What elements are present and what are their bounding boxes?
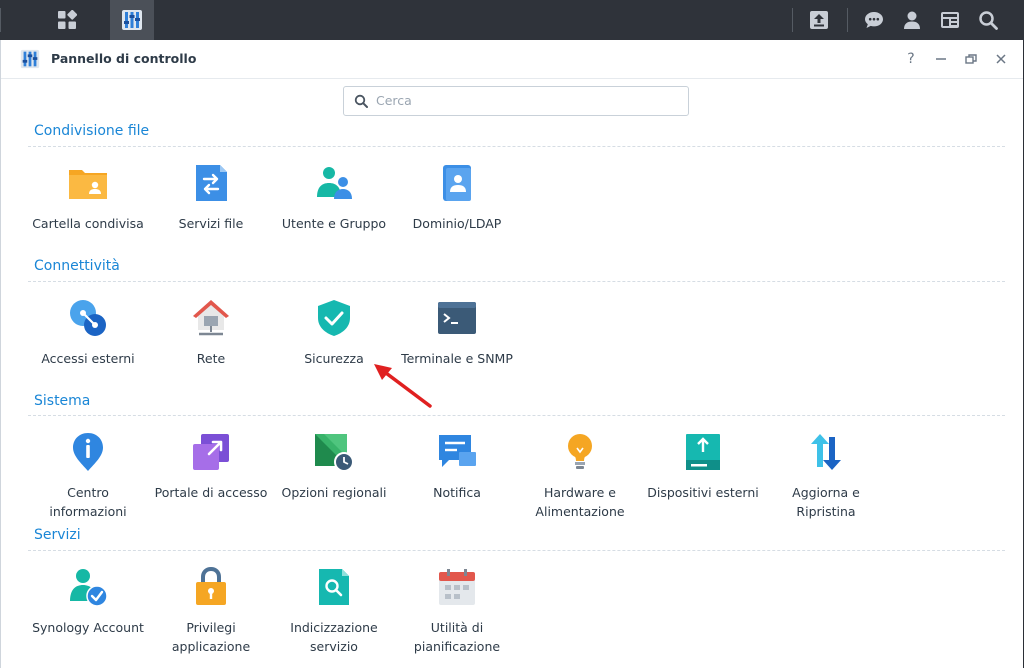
section-divider [28, 550, 1005, 551]
section-title-services: Servizi [34, 527, 81, 543]
search-icon [354, 94, 368, 108]
apps-grid-icon [58, 10, 77, 29]
item-label: Utilità di pianificazione [413, 620, 501, 654]
file-services-icon [196, 165, 227, 201]
restore-button[interactable] [961, 49, 981, 69]
item-label: Portale di accesso [154, 485, 268, 500]
taskbar-divider [0, 8, 1, 32]
security-shield-icon [318, 300, 350, 336]
domain-ldap-icon [443, 165, 471, 201]
item-update-restore[interactable]: Aggiorna e Ripristina [766, 432, 886, 521]
item-synology-account[interactable]: Synology Account [28, 567, 148, 637]
search-icon [979, 11, 998, 30]
item-label: Dispositivi esterni [647, 485, 759, 500]
item-login-portal[interactable]: Portale di accesso [151, 432, 271, 502]
minimize-icon [936, 58, 946, 60]
window-title: Pannello di controllo [51, 51, 197, 66]
user-group-icon [317, 167, 352, 199]
notification-icon [439, 435, 476, 467]
item-regional-options[interactable]: Opzioni regionali [274, 432, 394, 502]
item-task-scheduler[interactable]: Utilità di pianificazione [397, 567, 517, 656]
item-label: Utente e Gruppo [281, 216, 387, 231]
item-label: Dominio/LDAP [412, 216, 502, 231]
hardware-power-icon [568, 434, 592, 469]
shared-folder-icon [69, 170, 107, 199]
terminal-icon [438, 302, 476, 334]
item-label: Indicizzazione servizio [290, 620, 378, 654]
control-panel-icon [122, 10, 142, 30]
indexing-service-icon [319, 569, 349, 605]
item-notification[interactable]: Notifica [397, 432, 517, 502]
item-label: Notifica [433, 485, 481, 500]
regional-options-icon [315, 434, 354, 472]
section-divider [28, 146, 1005, 147]
item-hardware-power[interactable]: Hardware e Alimentazione [520, 432, 640, 521]
network-icon [193, 300, 229, 336]
widgets-icon [941, 12, 959, 28]
item-network[interactable]: Rete [151, 298, 271, 368]
red-arrow-icon [374, 364, 432, 408]
item-indexing-service[interactable]: Indicizzazione servizio [274, 567, 394, 656]
restore-icon [965, 54, 977, 64]
minimize-button[interactable] [931, 49, 951, 69]
main-menu-button[interactable] [38, 0, 96, 40]
item-label: Servizi file [178, 216, 244, 231]
control-panel-icon [20, 49, 40, 69]
item-label: Rete [196, 351, 226, 366]
control-panel-window: Pannello di controllo ? Cerca Condivisio… [0, 40, 1023, 668]
item-label: Hardware e Alimentazione [535, 485, 625, 519]
external-devices-icon [686, 434, 720, 470]
help-icon: ? [907, 51, 915, 67]
item-label: Cartella condivisa [32, 216, 144, 231]
item-domain-ldap[interactable]: Dominio/LDAP [397, 163, 517, 233]
external-access-icon [70, 300, 106, 336]
chat-bubble-icon [865, 12, 883, 28]
item-label: Synology Account [32, 620, 144, 635]
task-scheduler-icon [439, 569, 475, 605]
upload-icon [810, 11, 828, 29]
section-title-connectivity: Connettività [34, 258, 120, 274]
close-icon [996, 54, 1006, 64]
item-label: Opzioni regionali [281, 485, 387, 500]
item-label: Centro informazioni [49, 485, 127, 519]
item-label: Privilegi applicazione [171, 620, 251, 654]
item-user-group[interactable]: Utente e Gruppo [274, 163, 394, 233]
help-button[interactable]: ? [901, 49, 921, 69]
update-restore-icon [811, 434, 841, 470]
item-terminal-snmp[interactable]: Terminale e SNMP [397, 298, 517, 368]
item-info-center[interactable]: Centro informazioni [28, 432, 148, 521]
item-shared-folder[interactable]: Cartella condivisa [28, 163, 148, 233]
section-title-system: Sistema [34, 393, 91, 409]
item-external-devices[interactable]: Dispositivi esterni [643, 432, 763, 502]
login-portal-icon [193, 434, 229, 470]
item-label: Accessi esterni [41, 351, 135, 366]
info-center-icon [73, 433, 103, 471]
taskbar [0, 0, 1024, 40]
search-input[interactable]: Cerca [343, 86, 689, 116]
item-file-services[interactable]: Servizi file [151, 163, 271, 233]
window-titlebar[interactable]: Pannello di controllo ? [1, 40, 1023, 79]
app-privileges-icon [196, 567, 226, 605]
item-app-privileges[interactable]: Privilegi applicazione [151, 567, 271, 656]
section-divider [28, 281, 1005, 282]
item-external-access[interactable]: Accessi esterni [28, 298, 148, 368]
upload-queue-button[interactable] [792, 0, 846, 40]
close-button[interactable] [991, 49, 1011, 69]
section-divider [28, 415, 1005, 416]
synology-account-icon [70, 569, 108, 607]
user-icon [904, 11, 920, 29]
search-button[interactable] [962, 0, 1014, 40]
item-security[interactable]: Sicurezza [274, 298, 394, 368]
search-placeholder: Cerca [376, 93, 412, 108]
item-label: Aggiorna e Ripristina [792, 485, 860, 519]
section-title-file-sharing: Condivisione file [34, 123, 150, 139]
taskbar-control-panel[interactable] [110, 0, 154, 40]
